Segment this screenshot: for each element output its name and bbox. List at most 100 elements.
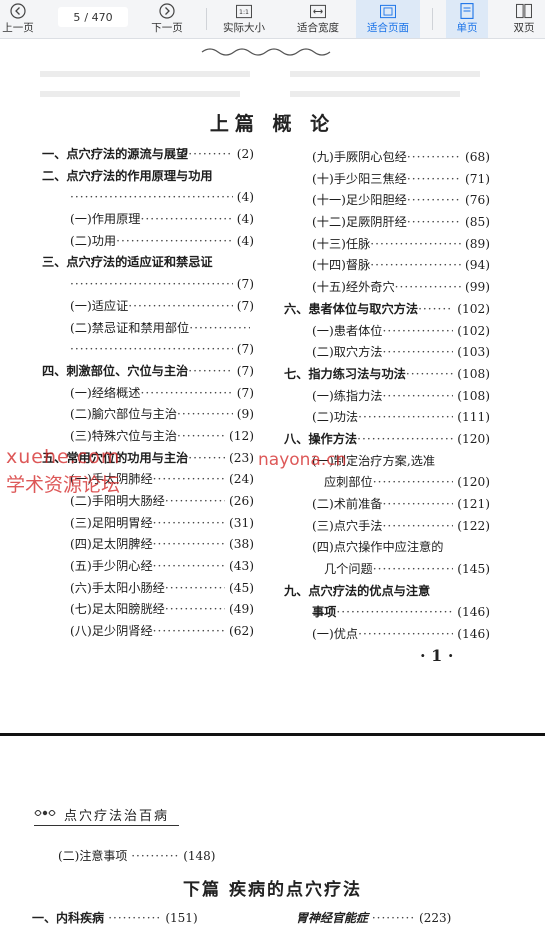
actual-size-label: 实际大小 bbox=[223, 22, 265, 34]
current-page: 5 bbox=[73, 10, 81, 24]
toc-entry: 一、内科疾病 ··········· (151) bbox=[32, 909, 198, 926]
viewer-toolbar: 上一页 5 / 470 下一页 1:1 实际大小 适合宽度 适合页面 单页 双页 bbox=[0, 0, 545, 39]
toc-dots: ··········· bbox=[108, 911, 162, 925]
ornament-icon bbox=[34, 807, 56, 822]
toc-dots bbox=[153, 621, 225, 643]
next-page-button[interactable]: 下一页 bbox=[146, 0, 188, 38]
bleed-through bbox=[40, 91, 240, 97]
page-divider bbox=[0, 733, 545, 736]
toc-entry-page: (99) bbox=[464, 280, 490, 295]
double-page-button[interactable]: 双页 bbox=[504, 0, 544, 38]
toc-dots bbox=[153, 513, 225, 535]
toc-dots bbox=[153, 534, 225, 556]
double-page-label: 双页 bbox=[513, 22, 535, 34]
toc-entry: (7) bbox=[42, 274, 254, 296]
fit-page-label: 适合页面 bbox=[367, 22, 409, 34]
single-page-icon bbox=[459, 3, 475, 19]
toc-entry-text: (五)手少阴心经 bbox=[70, 559, 153, 574]
toc-entry: 三、点穴疗法的适应证和禁忌证 bbox=[42, 252, 254, 274]
toc-dots bbox=[140, 383, 232, 405]
toc-entry-text: 一、内科疾病 bbox=[32, 911, 105, 925]
toc-dots bbox=[358, 407, 453, 429]
toc-entry-page: (102) bbox=[457, 301, 490, 316]
toc-entry: (四)点穴操作中应注意的 bbox=[284, 537, 490, 559]
fit-width-button[interactable]: 适合宽度 bbox=[288, 0, 348, 38]
toc-entry: 胃神经官能症 ········· (223) bbox=[296, 909, 451, 926]
toc-entry: (十五)经外奇穴 (99) bbox=[284, 277, 490, 299]
toc-entry: (7) bbox=[42, 339, 254, 361]
toc-entry: (一)经络概述 (7) bbox=[42, 383, 254, 405]
toc-entry: (七)足太阳膀胱经 (49) bbox=[42, 599, 254, 621]
document-page: 上篇 概 论 一、点穴疗法的源流与展望(2)二、点穴疗法的作用原理与功用(4)(… bbox=[0, 39, 545, 729]
toc-entry: (四)足太阴脾经 (38) bbox=[42, 534, 254, 556]
toc-entry-page: (71) bbox=[464, 171, 490, 186]
toc-dots bbox=[382, 321, 453, 343]
toc-entry-page: (108) bbox=[457, 388, 490, 403]
prev-page-button[interactable]: 上一页 bbox=[0, 0, 36, 38]
toc-entry-page: (26) bbox=[228, 494, 254, 508]
toc-entry-page: (62) bbox=[228, 624, 254, 639]
toc-entry: (五)手少阴心经 (43) bbox=[42, 556, 254, 578]
toc-entry-text: (十三)任脉 bbox=[312, 236, 371, 251]
toc-entry-text: (四)点穴操作中应注意的 bbox=[312, 540, 444, 555]
toc-entry-text: (一)练指力法 bbox=[312, 388, 383, 403]
toc-entry-text: (一)优点 bbox=[312, 627, 359, 642]
toc-dots bbox=[418, 299, 453, 321]
fit-width-icon bbox=[310, 3, 326, 19]
toc-entry: (二)功法 (111) bbox=[284, 407, 490, 429]
toc-dots bbox=[70, 274, 233, 296]
toc-entry-page: (145) bbox=[457, 562, 490, 577]
toc-right-column: (九)手厥阴心包经(68)(十)手少阳三焦经(71)(十一)足少阳胆经(76)(… bbox=[284, 147, 490, 646]
toc-entry: (一)练指力法 (108) bbox=[284, 386, 490, 408]
toc-entry-text: 胃神经官能症 bbox=[296, 911, 369, 925]
toc-entry-text: (二)取穴方法 bbox=[312, 345, 383, 360]
actual-size-button[interactable]: 1:1 实际大小 bbox=[214, 0, 274, 38]
toc-entry-page: (2) bbox=[236, 147, 254, 161]
page-number-input[interactable]: 5 / 470 bbox=[58, 7, 128, 27]
toc-dots bbox=[407, 169, 461, 191]
running-header-text: 点穴疗法治百病 bbox=[64, 809, 170, 824]
toc-entry-page: (102) bbox=[457, 323, 490, 338]
toc-dots bbox=[357, 429, 453, 451]
toc-dots bbox=[382, 342, 453, 364]
toc-entry-page: (68) bbox=[464, 150, 490, 164]
toc-dots bbox=[140, 209, 232, 231]
toc-entry-text: (二)功用 bbox=[70, 233, 117, 248]
toc-entry-text: (十一)足少阳胆经 bbox=[312, 193, 407, 208]
single-page-button[interactable]: 单页 bbox=[446, 0, 488, 38]
toc-entry: (一)适应证 (7) bbox=[42, 296, 254, 318]
toc-entry-page bbox=[213, 166, 217, 188]
toc-entry-page: (7) bbox=[236, 385, 254, 400]
toc-entry-page: (31) bbox=[228, 515, 254, 530]
toc-entry-page: (43) bbox=[228, 559, 254, 574]
toc-entry: (4) bbox=[42, 187, 254, 209]
toc-entry: (二)取穴方法 (103) bbox=[284, 342, 490, 364]
toc-entry: (二)术前准备 (121) bbox=[284, 494, 490, 516]
toc-entry-page: (7) bbox=[236, 277, 254, 292]
toc-dots bbox=[70, 187, 233, 209]
fit-page-button[interactable]: 适合页面 bbox=[356, 0, 420, 38]
toc-entry-text: (九)手厥阴心包经 bbox=[312, 150, 407, 164]
toc-entry: (二)腧穴部位与主治 (9) bbox=[42, 404, 254, 426]
toc-entry: 九、点穴疗法的优点与注意 bbox=[284, 581, 490, 603]
chevron-right-icon bbox=[159, 3, 175, 19]
page-title: 上篇 概 论 bbox=[209, 113, 336, 135]
toc-entry: (十三)任脉 (89) bbox=[284, 234, 490, 256]
toc-entry-page: (120) bbox=[457, 431, 490, 446]
toc-dots bbox=[188, 361, 232, 383]
toc-entry-page: (151) bbox=[165, 911, 198, 925]
toc-dots bbox=[382, 516, 453, 538]
toc-entry-page: (121) bbox=[457, 497, 490, 511]
toc-dots bbox=[370, 234, 461, 256]
toc-entry-page: (38) bbox=[228, 537, 254, 552]
toc-entry-text: (十四)督脉 bbox=[312, 258, 371, 273]
toc-entry-page: (9) bbox=[236, 407, 254, 422]
toc-entry: 二、点穴疗法的作用原理与功用 bbox=[42, 166, 254, 188]
toc-dots bbox=[128, 296, 232, 318]
toolbar-divider bbox=[206, 8, 207, 30]
toc-entry-text: (一)适应证 bbox=[70, 298, 129, 313]
page-decoration bbox=[201, 48, 331, 56]
toc-entry: (六)手太阳小肠经 (45) bbox=[42, 578, 254, 600]
toc-entry-text: 二、点穴疗法的作用原理与功用 bbox=[42, 168, 213, 183]
toc-entry-text: (十)手少阳三焦经 bbox=[312, 171, 407, 186]
